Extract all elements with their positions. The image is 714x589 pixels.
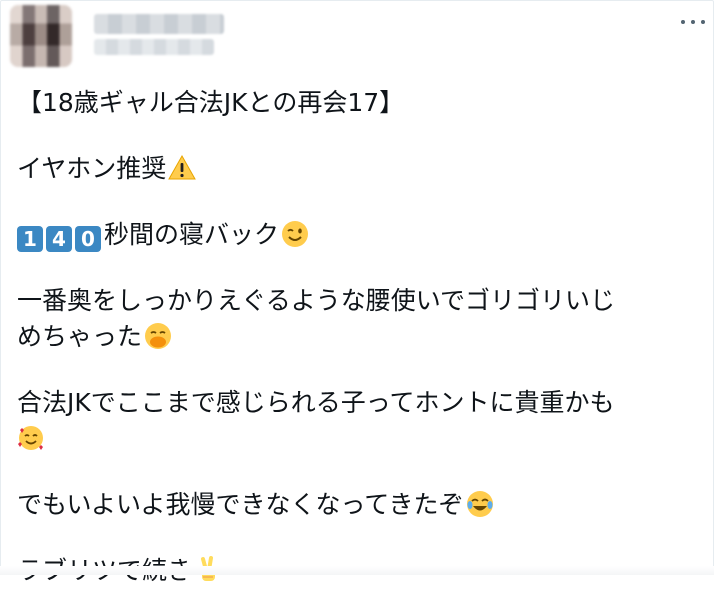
hand-over-mouth-icon [145, 323, 172, 349]
body-line-4-text: でもいよいよ我慢できなくなってきたぞ [17, 490, 464, 519]
keycap-4-icon: 4 [46, 226, 72, 252]
title-line: 【18歳ギャル合法JKとの再会17】 [17, 88, 405, 117]
username-blurred[interactable] [94, 39, 214, 55]
duration-text: 秒間の寝バック [104, 220, 280, 249]
tweet-card: 【18歳ギャル合法JKとの再会17】 イヤホン推奨 1 4 0 秒間の寝バック 一番奥… [0, 0, 714, 585]
bottom-edge [0, 566, 714, 575]
body-line-3: 合法JKでここまで感じられる子ってホントに貴重かも [17, 388, 615, 417]
warning-icon [168, 154, 197, 180]
body-line-2-text: めちゃった [17, 322, 143, 351]
keycap-1-icon: 1 [17, 226, 43, 252]
smiling-face-with-hearts-icon [18, 426, 43, 450]
body-line-2: めちゃった [17, 319, 707, 355]
tweet-text: 【18歳ギャル合法JKとの再会17】 イヤホン推奨 1 4 0 秒間の寝バック 一番奥… [17, 85, 707, 589]
earphone-line: イヤホン推奨 [17, 151, 707, 187]
avatar[interactable] [10, 5, 72, 67]
body-line-1: 一番奥をしっかりえぐるような腰使いでゴリゴリいじ [17, 286, 616, 315]
display-name-blurred[interactable] [94, 14, 224, 34]
body-line-4: でもいよいよ我慢できなくなってきたぞ [17, 487, 707, 523]
hearts-line [17, 421, 707, 457]
winking-face-icon [282, 221, 309, 247]
tears-of-joy-icon [466, 491, 493, 517]
more-icon[interactable] [681, 17, 705, 27]
keycap-0-icon: 0 [75, 226, 101, 252]
earphone-text: イヤホン推奨 [17, 154, 167, 183]
duration-line: 1 4 0 秒間の寝バック [17, 217, 707, 253]
